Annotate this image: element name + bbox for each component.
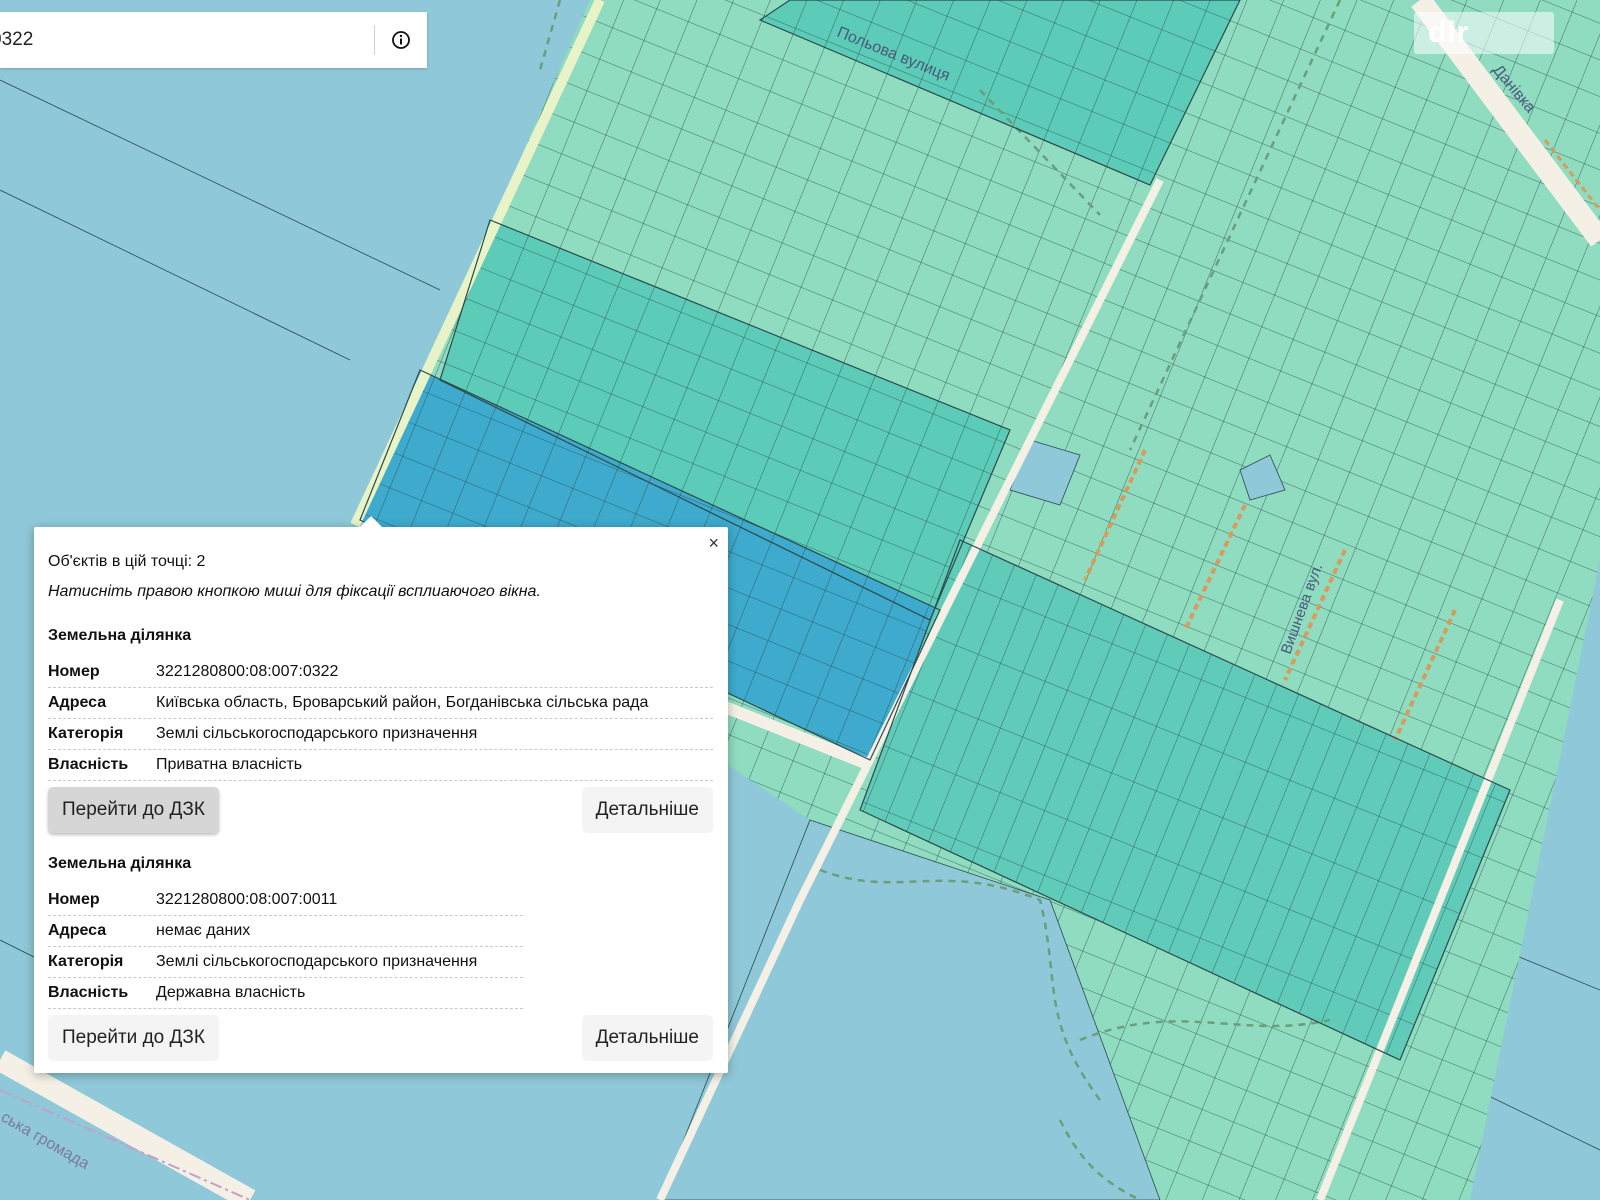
row-key: Номер xyxy=(48,891,100,908)
parcel-card: Земельна ділянка Номер 3221280800:08:007… xyxy=(48,855,714,1061)
details-button[interactable]: Детальніше xyxy=(581,1015,713,1061)
row-value: 3221280800:08:007:0322 xyxy=(156,663,339,680)
row-value: Державна власність xyxy=(156,984,306,1001)
parcel-row-address: Адреса немає даних xyxy=(48,916,523,947)
parcel-row-category: Категорія Землі сільськогосподарського п… xyxy=(48,719,713,750)
row-key: Адреса xyxy=(48,694,107,711)
objects-count: Об'єктів в цій точці: 2 xyxy=(48,553,206,570)
popup-hint: Натисніть правою кнопкою миші для фіксац… xyxy=(48,583,541,600)
row-key: Власність xyxy=(48,756,129,773)
parcel-row-ownership: Власність Приватна власність xyxy=(48,750,713,781)
info-button[interactable] xyxy=(375,12,427,68)
info-icon xyxy=(392,31,410,49)
row-value: Київська область, Броварський район, Бог… xyxy=(156,694,649,711)
row-key: Власність xyxy=(48,984,129,1001)
parcel-row-address: Адреса Київська область, Броварський рай… xyxy=(48,688,713,719)
map-provider-logo: dlr xyxy=(1414,12,1554,54)
goto-dzk-button[interactable]: Перейти до ДЗК xyxy=(48,1015,219,1061)
row-value: 3221280800:08:007:0011 xyxy=(156,891,338,908)
goto-dzk-button[interactable]: Перейти до ДЗК xyxy=(48,787,219,833)
parcel-actions: Перейти до ДЗК Детальніше xyxy=(48,1015,713,1061)
parcel-row-ownership: Власність Державна власність xyxy=(48,978,523,1009)
row-value: немає даних xyxy=(156,922,251,939)
details-button[interactable]: Детальніше xyxy=(581,787,713,833)
row-key: Адреса xyxy=(48,922,107,939)
row-value: Приватна власність xyxy=(156,756,303,773)
parcel-card: Земельна ділянка Номер 3221280800:08:007… xyxy=(48,627,714,833)
parcel-row-number: Номер 3221280800:08:007:0011 xyxy=(48,885,523,916)
row-value: Землі сільськогосподарського призначення xyxy=(156,725,478,742)
row-value: Землі сільськогосподарського призначення xyxy=(156,953,478,970)
popup-pointer xyxy=(359,516,383,528)
parcel-title: Земельна ділянка xyxy=(48,627,192,644)
parcel-actions: Перейти до ДЗК Детальніше xyxy=(48,787,713,833)
feature-popup: × Об'єктів в цій точці: 2 Натисніть прав… xyxy=(34,516,728,1073)
row-key: Номер xyxy=(48,663,100,680)
row-key: Категорія xyxy=(48,953,124,970)
close-icon[interactable]: × xyxy=(708,533,719,553)
parcel-title: Земельна ділянка xyxy=(48,855,192,872)
search-box xyxy=(0,12,427,68)
parcel-row-number: Номер 3221280800:08:007:0322 xyxy=(48,657,713,688)
parcel-row-category: Категорія Землі сільськогосподарського п… xyxy=(48,947,523,978)
row-key: Категорія xyxy=(48,725,124,742)
search-input[interactable] xyxy=(0,12,374,68)
